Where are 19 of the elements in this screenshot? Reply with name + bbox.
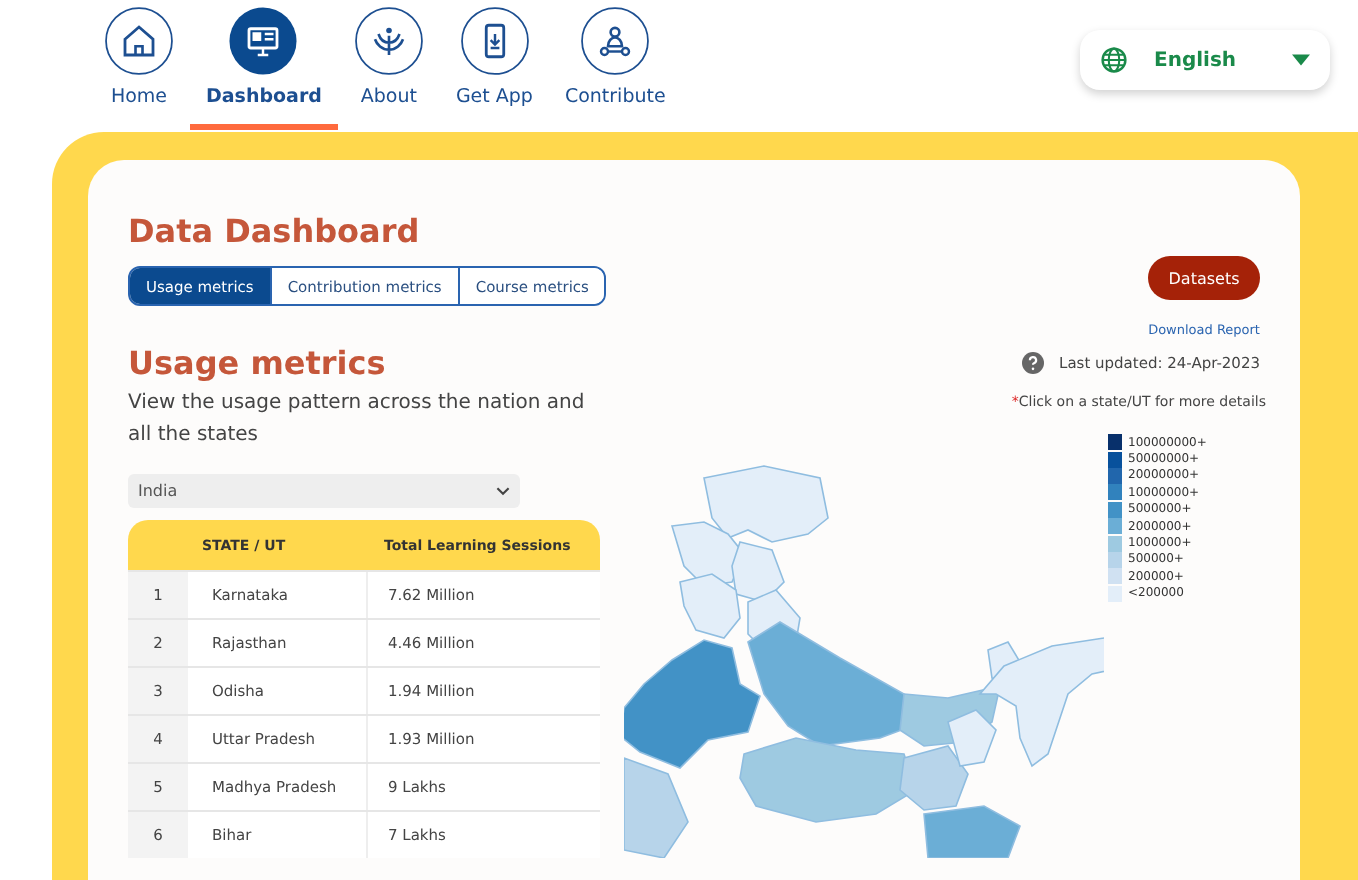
home-icon (104, 6, 174, 76)
globe-icon (1100, 46, 1128, 74)
caret-icon (1292, 54, 1310, 66)
plant-icon (353, 6, 424, 76)
section-title: Usage metrics (128, 344, 388, 382)
nav-item[interactable]: Get App (439, 6, 549, 130)
page-title: Data Dashboard (128, 212, 422, 250)
people-icon (580, 6, 651, 76)
nav-item[interactable]: About (337, 6, 440, 130)
region-select[interactable]: India (128, 474, 520, 508)
chevron-icon (496, 486, 510, 496)
phone-icon (459, 6, 530, 76)
language-select[interactable]: English (1080, 30, 1330, 90)
help-icon (1021, 352, 1044, 374)
datasets-button[interactable]: Datasets (1148, 256, 1260, 300)
section-description: View the usage pattern across the nation and all the states (128, 390, 587, 450)
nav-item[interactable]: Home (88, 6, 190, 130)
monitor-icon (228, 6, 299, 76)
nav-item[interactable]: Contribute (548, 6, 682, 130)
